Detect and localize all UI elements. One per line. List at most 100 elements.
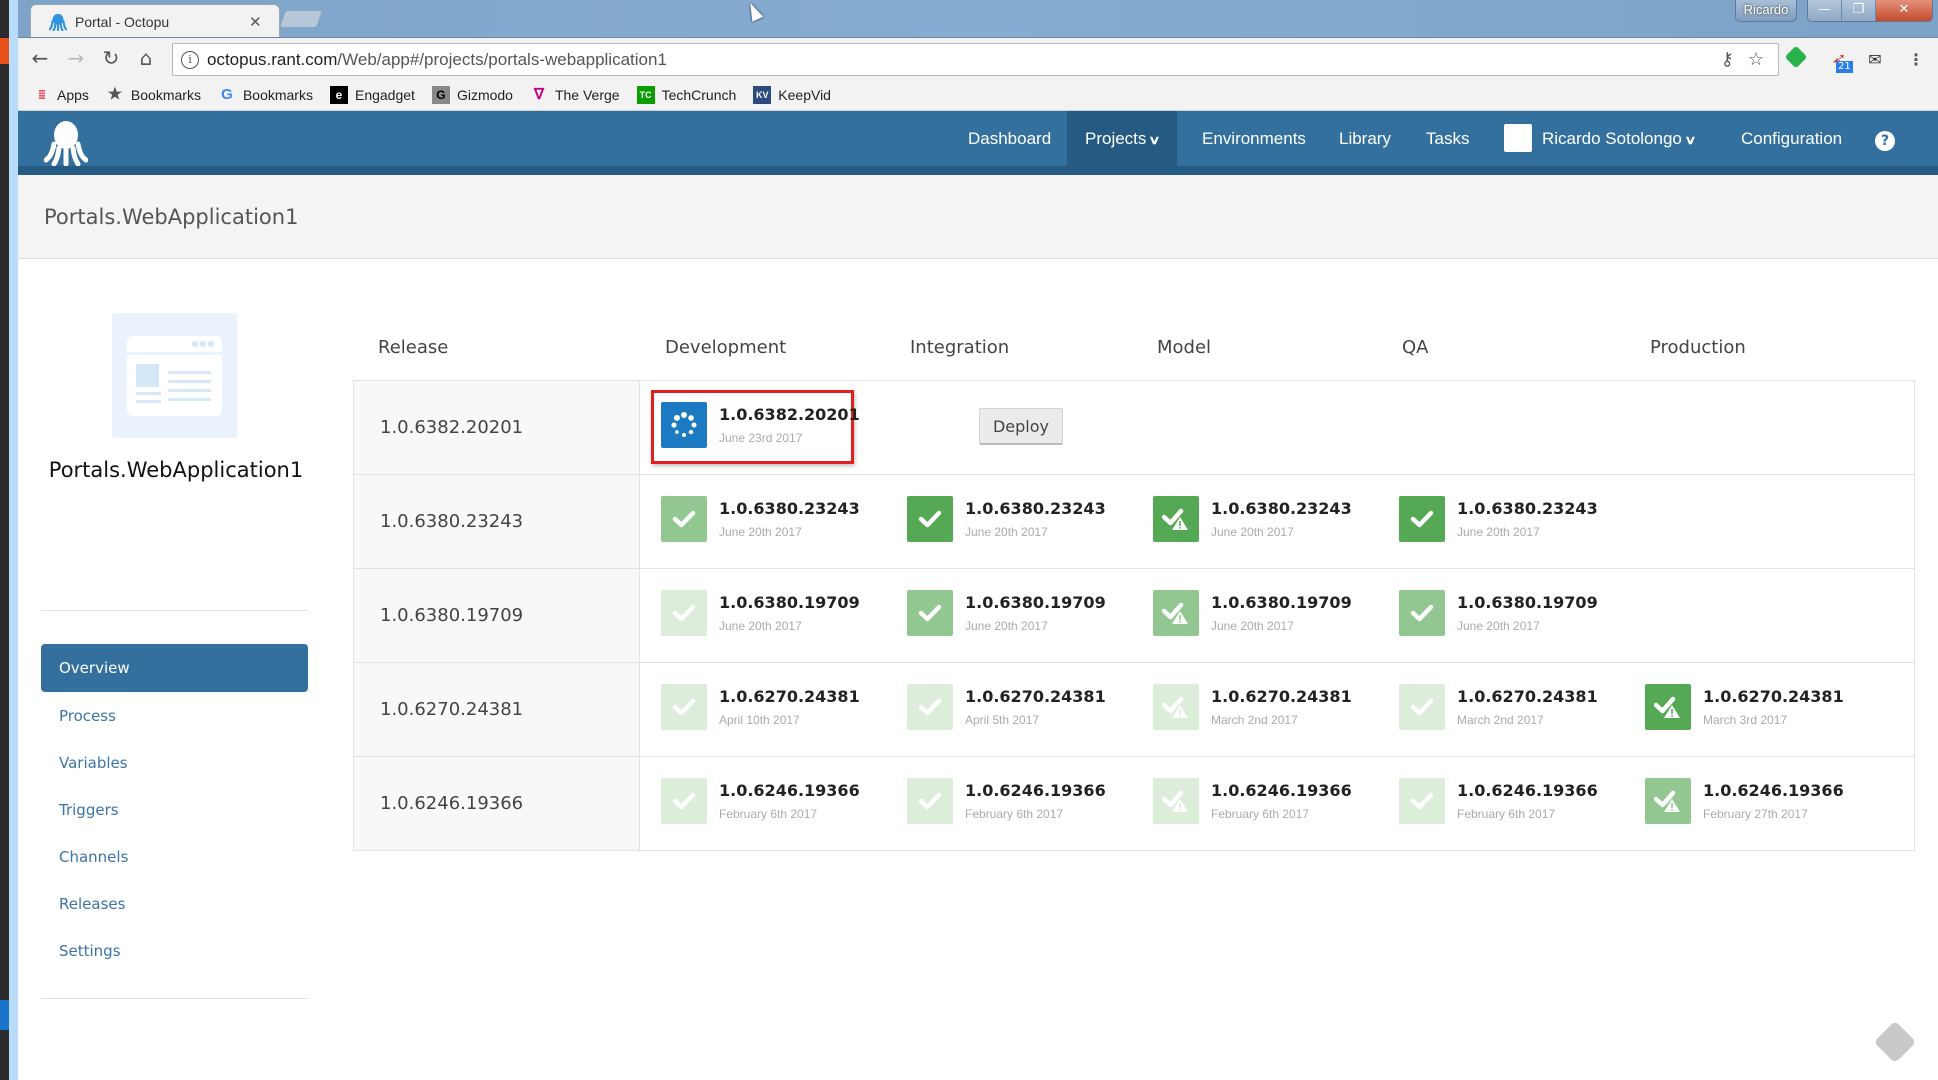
forward-button[interactable]: → (62, 44, 90, 72)
deployment-cell-development[interactable]: 1.0.6270.24381 April 10th 2017 (661, 684, 860, 736)
star-icon: ★ (107, 86, 123, 103)
deployment-cell-model[interactable]: 1.0.6380.19709 June 20th 2017 (1153, 590, 1352, 642)
deployment-cell-production[interactable]: 1.0.6270.24381 March 3rd 2017 (1645, 684, 1844, 736)
extension-badge: 21 (1836, 61, 1853, 73)
help-icon[interactable]: ? (1875, 131, 1895, 151)
back-button[interactable]: ← (26, 44, 54, 72)
reload-button[interactable]: ↻ (97, 44, 125, 72)
bookmarks-bar: ⁞⁞⁞ Apps ★ Bookmarks G Bookmarks e Engadget … (18, 80, 1938, 111)
bookmark-the-verge[interactable]: ∇ The Verge (530, 86, 620, 104)
key-icon[interactable]: ⚷ (1721, 49, 1734, 70)
techcrunch-icon: TC (636, 86, 655, 104)
deployment-date: June 20th 2017 (1457, 525, 1540, 539)
octopus-favicon-icon (49, 13, 67, 31)
deployment-version: 1.0.6270.24381 (1211, 687, 1352, 706)
nav-library[interactable]: Library (1321, 111, 1409, 166)
home-button[interactable]: ⌂ (132, 44, 160, 72)
checkmark-icon (672, 792, 696, 810)
deployment-cell-model[interactable]: 1.0.6270.24381 March 2nd 2017 (1153, 684, 1352, 736)
deploy-button[interactable]: Deploy (979, 408, 1063, 445)
deployment-cell-qa[interactable]: 1.0.6246.19366 February 6th 2017 (1399, 778, 1598, 830)
deployment-date: June 23rd 2017 (719, 431, 803, 445)
deployment-cell-qa[interactable]: 1.0.6380.19709 June 20th 2017 (1399, 590, 1598, 642)
deployment-version: 1.0.6270.24381 (719, 687, 860, 706)
sidebar-item-process[interactable]: Process (41, 692, 308, 740)
release-version-link[interactable]: 1.0.6246.19366 (354, 757, 640, 850)
feedly-extension-icon[interactable] (1783, 45, 1809, 73)
bookmark-star-icon[interactable]: ☆ (1748, 49, 1764, 70)
mail-check-icon[interactable]: ✉ (1862, 47, 1888, 73)
sidebar-item-triggers[interactable]: Triggers (41, 786, 308, 834)
deployment-cell-development[interactable]: 1.0.6380.23243 June 20th 2017 (661, 496, 860, 548)
deployment-status-badge (1645, 778, 1691, 824)
taskbar-active-app[interactable] (0, 1000, 9, 1030)
checkmark-warning-icon (1654, 696, 1680, 718)
deployment-cell-production[interactable]: 1.0.6246.19366 February 27th 2017 (1645, 778, 1844, 830)
deployment-date: June 20th 2017 (965, 525, 1048, 539)
bookmark-gizmodo[interactable]: G Gizmodo (431, 86, 513, 104)
deployment-cell-integration[interactable]: 1.0.6270.24381 April 5th 2017 (907, 684, 1106, 736)
nav-user-menu[interactable]: Ricardo Sotolongo ∨ (1486, 111, 1713, 166)
site-info-icon[interactable]: i (181, 50, 199, 69)
feedly-float-icon[interactable] (1873, 1020, 1917, 1064)
new-tab-button[interactable] (278, 10, 324, 28)
address-bar[interactable]: i octopus.rant.com/Web/app#/projects/por… (172, 43, 1779, 76)
release-version-link[interactable]: 1.0.6382.20201 (354, 381, 640, 474)
nav-tasks[interactable]: Tasks (1408, 111, 1487, 166)
deployment-cell-development[interactable]: 1.0.6380.19709 June 20th 2017 (661, 590, 860, 642)
deployment-version: 1.0.6380.19709 (965, 593, 1106, 612)
deployment-version: 1.0.6380.23243 (719, 499, 860, 518)
bookmark-apps[interactable]: ⁞⁞⁞ Apps (32, 86, 89, 104)
nav-configuration[interactable]: Configuration (1723, 111, 1860, 166)
release-version-link[interactable]: 1.0.6380.23243 (354, 475, 640, 568)
deployment-cell-integration[interactable]: 1.0.6380.23243 June 20th 2017 (907, 496, 1106, 548)
deployment-cell-model[interactable]: 1.0.6380.23243 June 20th 2017 (1153, 496, 1352, 548)
nav-projects[interactable]: Projects ∨ (1067, 111, 1178, 166)
deployment-cell-development[interactable]: 1.0.6382.20201 June 23rd 2017 (651, 390, 860, 464)
bird-extension-icon[interactable]: ➶ 21 (1826, 47, 1853, 73)
deployment-status-badge (907, 684, 953, 730)
sidebar-item-variables[interactable]: Variables (41, 739, 308, 787)
nav-environments[interactable]: Environments (1184, 111, 1324, 166)
deployment-cell-integration[interactable]: 1.0.6380.19709 June 20th 2017 (907, 590, 1106, 642)
restore-button[interactable]: ❐ (1842, 0, 1876, 21)
taskbar-app-icon[interactable] (0, 38, 9, 64)
google-icon: G (221, 86, 233, 103)
release-version-link[interactable]: 1.0.6380.19709 (354, 569, 640, 662)
sidebar-item-overview[interactable]: Overview (41, 644, 308, 692)
deployment-cell-model[interactable]: 1.0.6246.19366 February 6th 2017 (1153, 778, 1352, 830)
page-title: Portals.WebApplication1 (44, 205, 299, 229)
deployment-cell-development[interactable]: 1.0.6246.19366 February 6th 2017 (661, 778, 860, 830)
window-user-badge[interactable]: Ricardo (1735, 0, 1797, 22)
deployment-cell-qa[interactable]: 1.0.6380.23243 June 20th 2017 (1399, 496, 1598, 548)
deployment-version: 1.0.6380.23243 (965, 499, 1106, 518)
bookmark-google-bookmarks[interactable]: G Bookmarks (218, 86, 313, 104)
tab-close-icon[interactable]: ✕ (249, 13, 262, 31)
bookmark-engadget[interactable]: e Engadget (329, 86, 415, 104)
bookmark-bookmarks[interactable]: ★ Bookmarks (106, 86, 201, 104)
bookmark-keepvid[interactable]: KV KeepVid (753, 86, 831, 104)
chrome-menu-icon[interactable]: ⋮ (1903, 47, 1929, 73)
bookmark-techcrunch[interactable]: TC TechCrunch (636, 86, 736, 104)
browser-tab[interactable]: Portal - Octopu ✕ (30, 4, 280, 38)
release-version-link[interactable]: 1.0.6270.24381 (354, 663, 640, 756)
octopus-logo-icon[interactable] (44, 120, 88, 166)
checkmark-icon (672, 604, 696, 622)
deployment-cell-integration[interactable]: 1.0.6246.19366 February 6th 2017 (907, 778, 1106, 830)
project-logo-icon (112, 313, 237, 438)
sidebar-item-settings[interactable]: Settings (41, 927, 308, 975)
column-header-qa: QA (1402, 337, 1429, 358)
minimize-button[interactable]: — (1808, 0, 1842, 21)
nav-dashboard[interactable]: Dashboard (950, 111, 1069, 166)
deployment-date: February 6th 2017 (965, 807, 1064, 821)
sidebar-divider (41, 998, 308, 999)
url-text[interactable]: octopus.rant.com/Web/app#/projects/porta… (207, 50, 1721, 70)
deployment-version: 1.0.6380.23243 (1457, 499, 1598, 518)
deployment-cell-qa[interactable]: 1.0.6270.24381 March 2nd 2017 (1399, 684, 1598, 736)
chevron-down-icon: ∨ (1148, 133, 1161, 147)
deployment-status-badge (907, 778, 953, 824)
sidebar-item-channels[interactable]: Channels (41, 833, 308, 881)
release-row: 1.0.6382.20201 1.0.6382.20201 June 23rd 20… (354, 381, 1914, 475)
close-window-button[interactable]: ✕ (1876, 0, 1932, 21)
sidebar-item-releases[interactable]: Releases (41, 880, 308, 928)
